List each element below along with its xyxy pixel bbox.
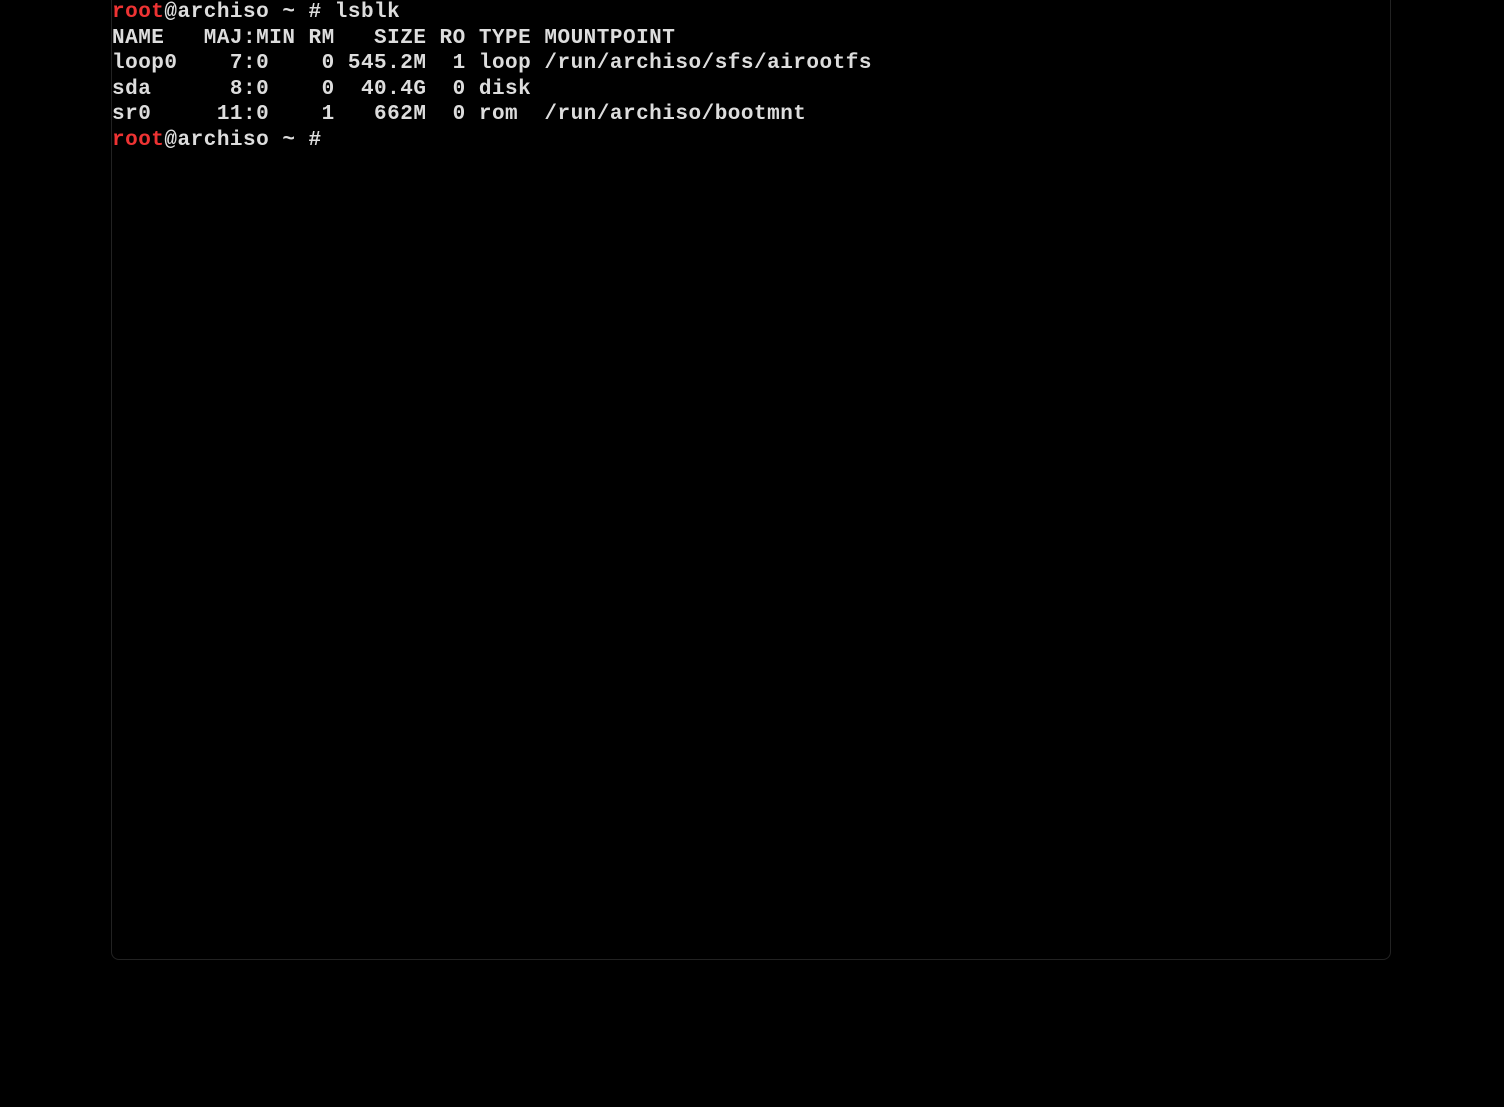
- lsblk-row-loop0: loop0 7:0 0 545.2M 1 loop /run/archiso/s…: [112, 52, 872, 75]
- prompt-host: @archiso ~ #: [164, 1, 334, 24]
- lsblk-row-sda: sda 8:0 0 40.4G 0 disk: [112, 78, 544, 101]
- lsblk-row-sr0: sr0 11:0 1 662M 0 rom /run/archiso/bootm…: [112, 103, 806, 126]
- command-text: lsblk: [335, 1, 401, 24]
- prompt-user: root: [112, 1, 164, 24]
- terminal-output[interactable]: root@archiso ~ # lsblk NAME MAJ:MIN RM S…: [112, 0, 1390, 153]
- terminal-window[interactable]: root@archiso ~ # lsblk NAME MAJ:MIN RM S…: [111, 0, 1391, 960]
- lsblk-header: NAME MAJ:MIN RM SIZE RO TYPE MOUNTPOINT: [112, 27, 675, 50]
- prompt-user-2: root: [112, 129, 164, 152]
- prompt-host-2: @archiso ~ #: [164, 129, 334, 152]
